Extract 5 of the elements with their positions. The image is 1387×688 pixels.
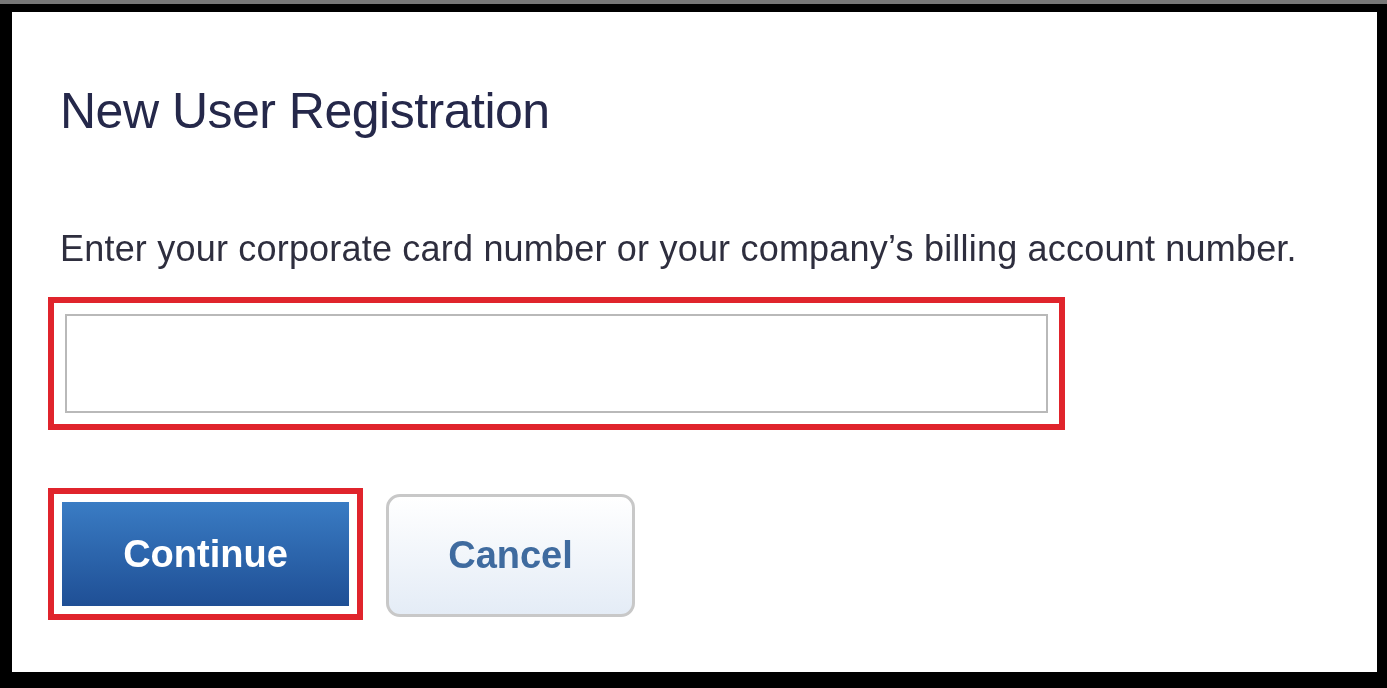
instruction-text: Enter your corporate card number or your company’s billing account number. [60,231,1297,267]
cancel-button[interactable]: Cancel [386,494,635,617]
dialog-title: New User Registration [60,86,550,136]
continue-button[interactable]: Continue [62,502,349,606]
account-number-field[interactable] [65,314,1048,413]
